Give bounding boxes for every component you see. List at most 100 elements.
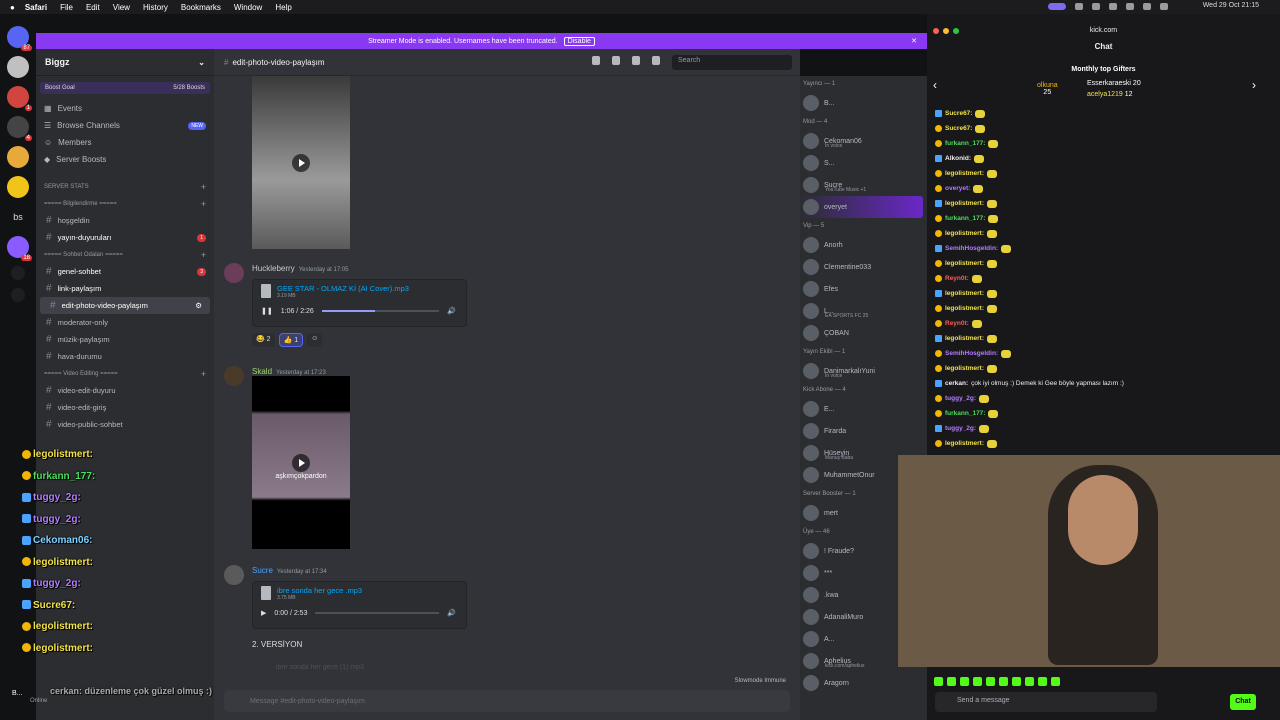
emote-icon[interactable]: [1025, 677, 1034, 686]
menubar-clock[interactable]: Wed 29 Oct 21:15: [1203, 2, 1259, 9]
emote-icon[interactable]: [1012, 677, 1021, 686]
play-button-icon[interactable]: ▶: [261, 609, 266, 617]
kick-username[interactable]: tuggy_2g:: [945, 425, 976, 432]
nav-events[interactable]: ▦ Events: [36, 100, 214, 117]
member-item[interactable]: overyet: [800, 196, 923, 218]
audio-progress[interactable]: [321, 310, 440, 312]
file-name[interactable]: ibre sonda her gece .mp3: [277, 586, 362, 595]
message-input[interactable]: Message #edit-photo-video-paylaşım: [224, 690, 790, 712]
status-icon[interactable]: [1092, 3, 1100, 10]
control-center-icon[interactable]: [1160, 3, 1168, 10]
threads-icon[interactable]: [592, 56, 600, 65]
kick-username[interactable]: Sucre67:: [945, 125, 972, 132]
emote-icon[interactable]: [947, 677, 956, 686]
kick-username[interactable]: furkann_177:: [945, 410, 985, 417]
emote-icon[interactable]: [1038, 677, 1047, 686]
kick-username[interactable]: legolistmert:: [945, 335, 984, 342]
reaction[interactable]: 😂 2: [252, 333, 275, 347]
status-icon[interactable]: [1075, 3, 1083, 10]
kick-username[interactable]: legolistmert:: [945, 305, 984, 312]
emote-icon[interactable]: [973, 677, 982, 686]
volume-icon[interactable]: 🔊: [447, 609, 456, 617]
category-video-editing[interactable]: ===== Video Editing ===== +: [36, 365, 214, 382]
server-icon[interactable]: 18: [7, 236, 32, 261]
kick-username[interactable]: Alkonid:: [945, 155, 971, 162]
category-bilgilendirme[interactable]: ===== Bilgilendirme ===== +: [36, 195, 214, 212]
server-icon[interactable]: [7, 56, 29, 78]
emote-icon[interactable]: [934, 677, 943, 686]
battery-icon[interactable]: [1126, 3, 1134, 10]
channel-moderator-only[interactable]: # moderator-only: [36, 314, 214, 331]
pause-icon[interactable]: ❚❚: [261, 307, 273, 315]
audio-progress[interactable]: [315, 612, 440, 614]
status-icon[interactable]: [1048, 3, 1066, 10]
member-item[interactable]: ÇOBAN: [800, 322, 927, 344]
member-item[interactable]: Aragorn: [800, 672, 927, 694]
close-window-icon[interactable]: [933, 28, 939, 34]
avatar[interactable]: [224, 565, 244, 585]
settings-icon[interactable]: ⚙: [195, 301, 202, 310]
member-item[interactable]: Cekoman06 In voice: [800, 130, 927, 152]
kick-username[interactable]: furkann_177:: [945, 215, 985, 222]
member-item[interactable]: B...: [800, 92, 927, 114]
kick-username[interactable]: legolistmert:: [945, 230, 984, 237]
menu-history[interactable]: History: [143, 3, 168, 12]
server-icon[interactable]: [7, 176, 29, 198]
video-attachment[interactable]: [252, 76, 350, 249]
server-icon[interactable]: 1: [7, 86, 32, 111]
kick-username[interactable]: Reyn0t:: [945, 275, 969, 282]
disable-button[interactable]: Disable: [563, 36, 595, 46]
member-item[interactable]: Clementine033: [800, 256, 927, 278]
member-item[interactable]: Firarda: [800, 420, 927, 442]
emote-icon[interactable]: [1051, 677, 1060, 686]
kick-username[interactable]: legolistmert:: [945, 440, 984, 447]
video-attachment[interactable]: aşkımçokpardon: [252, 376, 350, 549]
boost-goal[interactable]: Boost Goal 5/28 Boosts: [40, 82, 210, 94]
avatar[interactable]: [224, 366, 244, 386]
kick-username[interactable]: legolistmert:: [945, 200, 984, 207]
member-item[interactable]: E...: [800, 398, 927, 420]
menu-window[interactable]: Window: [234, 3, 262, 12]
channel-hava-durumu[interactable]: # hava-durumu: [36, 348, 214, 365]
member-item[interactable]: S...: [800, 152, 927, 174]
chevron-right-icon[interactable]: ›: [1252, 78, 1256, 92]
member-item[interactable]: Anorh: [800, 234, 927, 256]
kick-username[interactable]: cerkan:: [945, 380, 968, 387]
kick-username[interactable]: legolistmert:: [945, 260, 984, 267]
member-item[interactable]: Sucre YouTube Music +1: [800, 174, 927, 196]
menu-file[interactable]: File: [60, 3, 73, 12]
play-icon[interactable]: [292, 453, 310, 472]
file-name[interactable]: ibre sonda her gece (1).mp3: [276, 664, 364, 671]
menu-bookmarks[interactable]: Bookmarks: [181, 3, 221, 12]
server-icon[interactable]: 4: [7, 116, 32, 141]
plus-icon[interactable]: +: [201, 250, 206, 260]
kick-url[interactable]: kick.com: [927, 14, 1280, 34]
bell-icon[interactable]: [612, 56, 620, 65]
channel-yayin-duyurulari[interactable]: # yayın-duyuruları 1: [36, 229, 214, 246]
message-author[interactable]: Skald Yesterday at 17:23: [252, 367, 326, 376]
zoom-icon[interactable]: [953, 28, 959, 34]
member-item[interactable]: L... EA SPORTS FC 25: [800, 300, 927, 322]
channel-muzik-paylasim[interactable]: # müzik-paylaşım: [36, 331, 214, 348]
nav-server-boosts[interactable]: ◆ Server Boosts: [36, 151, 214, 168]
play-icon[interactable]: [292, 153, 310, 172]
plus-icon[interactable]: +: [201, 199, 206, 209]
server-icon[interactable]: 87: [7, 26, 32, 51]
server-icon-bs[interactable]: bs: [7, 206, 29, 228]
add-server-icon[interactable]: [11, 266, 25, 280]
kick-username[interactable]: SemihHosgeldin:: [945, 245, 998, 252]
kick-send-button[interactable]: Chat: [1230, 694, 1256, 710]
emote-icon[interactable]: [960, 677, 969, 686]
nav-browse-channels[interactable]: ☰ Browse Channels NEW: [36, 117, 214, 134]
kick-username[interactable]: legolistmert:: [945, 290, 984, 297]
avatar[interactable]: [224, 263, 244, 283]
search-icon[interactable]: [1143, 3, 1151, 10]
kick-username[interactable]: Reyn0t:: [945, 320, 969, 327]
channel-edit-photo-video-paylasim[interactable]: # edit-photo-video-paylaşım ⚙: [40, 297, 210, 314]
kick-username[interactable]: legolistmert:: [945, 170, 984, 177]
guild-header[interactable]: Biggz ⌄: [36, 49, 214, 76]
user-panel[interactable]: B... Online: [12, 690, 47, 704]
reaction[interactable]: 👍 1: [278, 333, 304, 347]
channel-video-edit-duyuru[interactable]: # video-edit-duyuru: [36, 382, 214, 399]
channel-video-public-sohbet[interactable]: # video-public-sohbet: [36, 416, 214, 433]
